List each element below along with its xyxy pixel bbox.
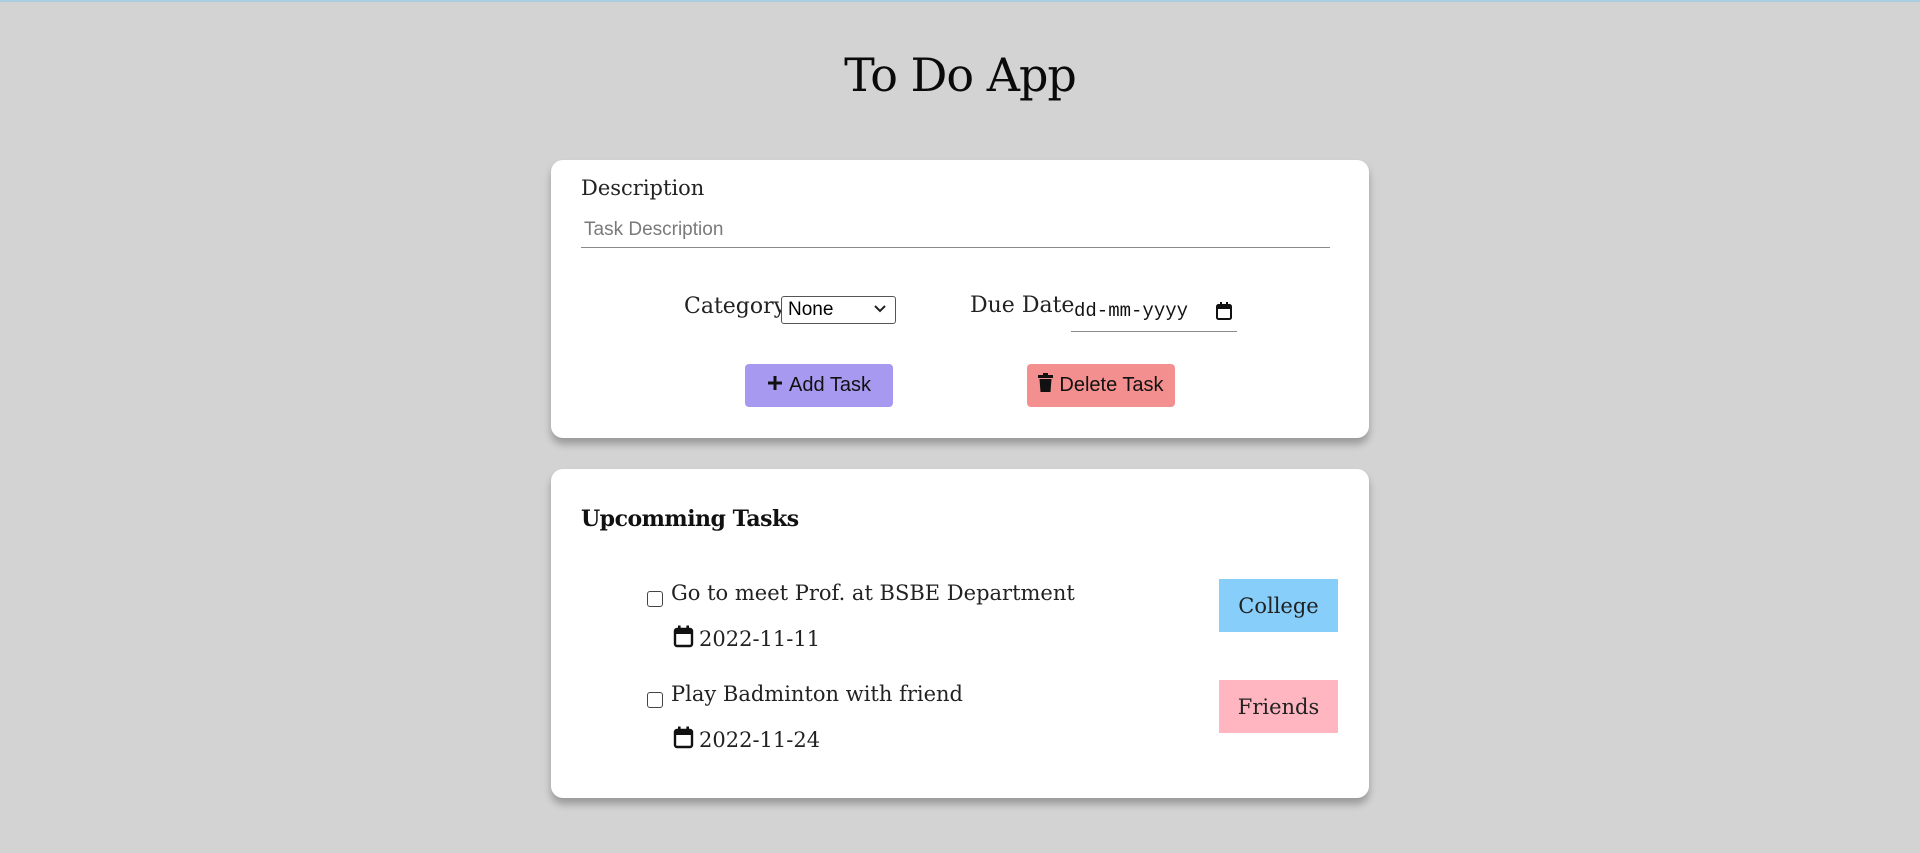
category-badge-friends: Friends: [1219, 680, 1338, 733]
category-selected-value: None: [788, 299, 834, 320]
upcoming-tasks-heading: Upcomming Tasks: [581, 506, 799, 532]
delete-task-button[interactable]: Delete Task: [1027, 364, 1175, 407]
task-description: Go to meet Prof. at BSBE Department: [671, 581, 1075, 605]
due-date-label: Due Date: [970, 293, 1075, 318]
delete-task-label: Delete Task: [1059, 374, 1164, 396]
calendar-icon: [673, 625, 694, 652]
add-task-label: Add Task: [789, 374, 871, 396]
calendar-icon: [673, 726, 694, 753]
task-due-date-text: 2022-11-24: [699, 727, 821, 752]
task-checkbox[interactable]: [647, 591, 663, 607]
trash-icon: [1038, 373, 1054, 398]
category-badge-college: College: [1219, 579, 1338, 632]
calendar-picker-icon[interactable]: [1215, 301, 1233, 325]
task-description: Play Badminton with friend: [671, 682, 963, 706]
task-due-date: 2022-11-24: [673, 726, 820, 753]
task-form-card: Description Category None Due Date dd-mm…: [551, 160, 1369, 438]
upcoming-tasks-card: Upcomming Tasks Go to meet Prof. at BSBE…: [551, 469, 1369, 798]
description-label: Description: [581, 176, 705, 200]
add-task-button[interactable]: Add Task: [745, 364, 893, 407]
category-select[interactable]: None: [781, 296, 896, 324]
task-due-date-text: 2022-11-11: [699, 626, 821, 651]
chevron-down-icon: [873, 299, 887, 322]
category-label: Category: [684, 294, 787, 319]
task-due-date: 2022-11-11: [673, 625, 820, 652]
due-date-input[interactable]: dd-mm-yyyy: [1071, 294, 1237, 332]
app-title: To Do App: [844, 48, 1077, 102]
task-description-input[interactable]: [581, 212, 1330, 248]
plus-icon: [767, 374, 783, 397]
task-checkbox[interactable]: [647, 692, 663, 708]
due-date-placeholder: dd-mm-yyyy: [1074, 300, 1189, 322]
